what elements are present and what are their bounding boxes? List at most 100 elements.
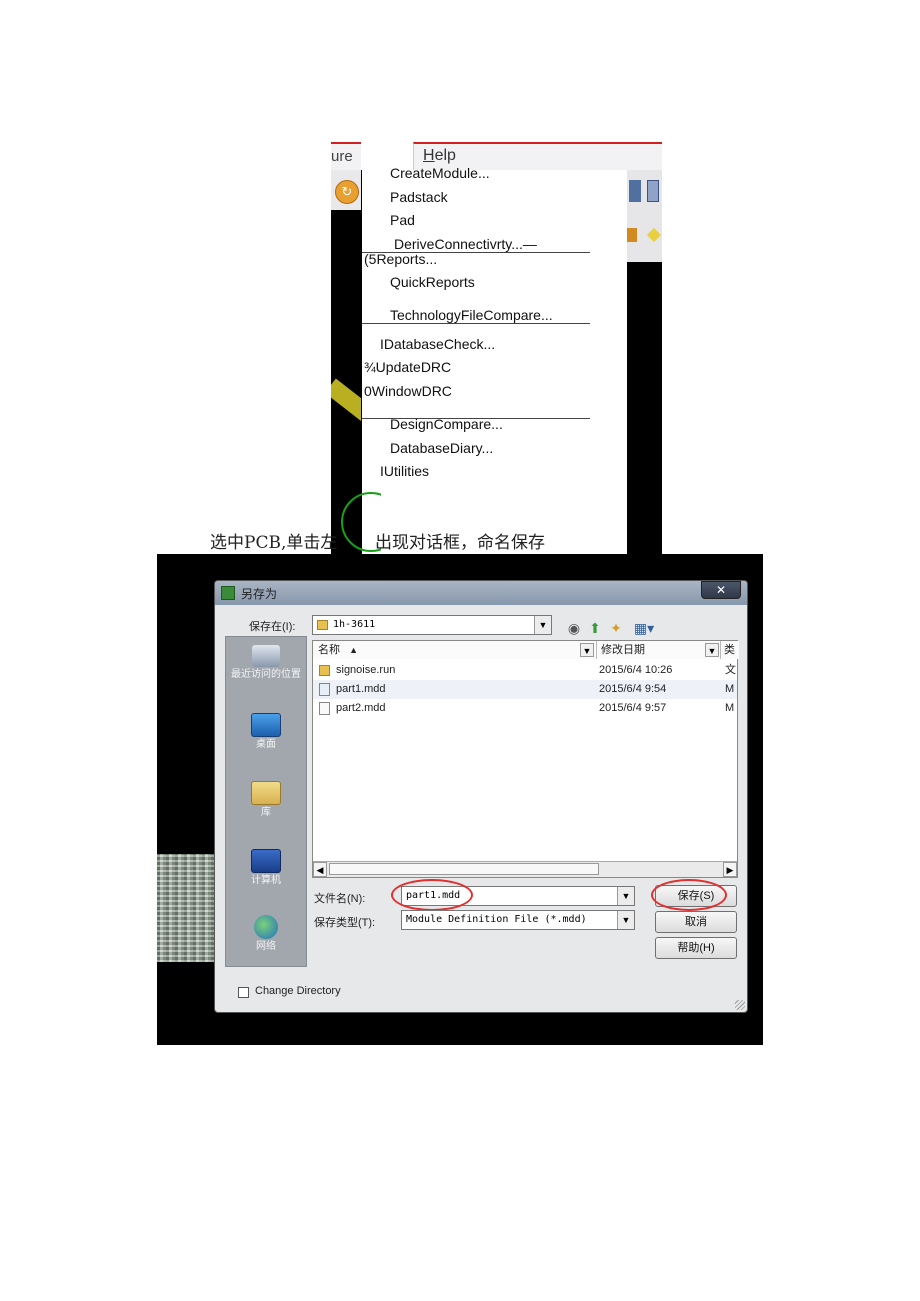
chevron-down-icon[interactable]: ▼ xyxy=(534,616,551,634)
save-in-value: 1h-3611 xyxy=(333,619,376,630)
menu-screenshot: ure ↻ Help CreateModule... Padstack Pad … xyxy=(331,142,662,572)
change-directory-label: Change Directory xyxy=(255,985,341,997)
horizontal-scrollbar[interactable]: ◀ ▶ xyxy=(313,861,737,877)
resize-grip[interactable] xyxy=(735,1000,745,1010)
menu-item-reports[interactable]: (5Reports... xyxy=(364,251,437,267)
filetype-label: 保存类型(T): xyxy=(314,917,376,929)
save-as-dialog: 另存为 ✕ 保存在(I): 1h-3611 ▼ ◉ ⬆ ✦ ▦▾ 最近访问的位置… xyxy=(214,580,748,1013)
file-date: 2015/6/4 9:54 xyxy=(599,683,667,695)
file-name: signoise.run xyxy=(336,664,396,676)
folder-icon xyxy=(317,620,328,630)
file-row[interactable]: signoise.run 2015/6/4 10:26 文 xyxy=(313,661,737,680)
file-row[interactable]: part2.mdd 2015/6/4 9:57 M xyxy=(313,699,737,718)
file-type: M xyxy=(725,702,735,714)
recent-places-icon xyxy=(252,645,280,667)
caption-text-left: 选中PCB,单击左 xyxy=(210,533,338,553)
place-label: 最近访问的位置 xyxy=(231,669,301,680)
dialog-title: 另存为 xyxy=(241,587,278,601)
place-library[interactable]: 库 xyxy=(226,781,306,819)
library-icon xyxy=(251,781,281,805)
place-label: 桌面 xyxy=(256,739,276,750)
change-directory-checkbox[interactable] xyxy=(238,987,249,998)
toolbar-icon[interactable] xyxy=(629,180,641,202)
menu-item-create-module[interactable]: CreateModule... xyxy=(390,165,490,181)
menu-item-database-check[interactable]: IDatabaseCheck... xyxy=(380,336,495,352)
file-date: 2015/6/4 10:26 xyxy=(599,664,673,676)
chevron-down-icon[interactable]: ▼ xyxy=(617,887,634,905)
toolbar-icon[interactable] xyxy=(647,180,659,202)
menu-item-database-diary[interactable]: DatabaseDiary... xyxy=(390,440,493,456)
file-type: M xyxy=(725,683,735,695)
file-row[interactable]: part1.mdd 2015/6/4 9:54 M xyxy=(313,680,737,699)
pcb-trace xyxy=(331,378,361,424)
dialog-screenshot: 另存为 ✕ 保存在(I): 1h-3611 ▼ ◉ ⬆ ✦ ▦▾ 最近访问的位置… xyxy=(157,554,763,1045)
scrollbar-thumb[interactable] xyxy=(329,863,599,875)
file-icon xyxy=(319,702,330,715)
new-folder-icon[interactable]: ✦ xyxy=(608,620,624,636)
annotation-circle xyxy=(651,879,727,911)
pcb-thumbnail xyxy=(157,854,217,962)
filetype-value: Module Definition File (*.mdd) xyxy=(406,914,587,925)
column-header-name[interactable]: 名称 ▲ xyxy=(313,641,597,659)
file-date: 2015/6/4 9:57 xyxy=(599,702,667,714)
menu-separator xyxy=(362,323,590,324)
column-label: 类 xyxy=(724,644,735,656)
filename-label: 文件名(N): xyxy=(314,893,366,905)
file-name: part1.mdd xyxy=(336,683,386,695)
menu-item-utilities[interactable]: IUtilities xyxy=(380,463,429,479)
menu-item-technology-file-compare[interactable]: TechnologyFileCompare... xyxy=(390,307,553,323)
menu-item-window-drc[interactable]: 0WindowDRC xyxy=(364,383,452,399)
chevron-down-icon[interactable]: ▼ xyxy=(705,643,719,657)
redo-icon[interactable]: ↻ xyxy=(335,180,359,204)
menu-item-pad[interactable]: Pad xyxy=(390,212,415,228)
cancel-button[interactable]: 取消 xyxy=(655,911,737,933)
sort-ascending-icon: ▲ xyxy=(349,645,358,655)
desktop-icon xyxy=(251,713,281,737)
place-recent[interactable]: 最近访问的位置 xyxy=(226,645,306,681)
tools-menu-dropdown: CreateModule... Padstack Pad DeriveConne… xyxy=(361,165,627,572)
app-icon xyxy=(221,586,235,600)
place-label: 网络 xyxy=(256,941,276,952)
file-icon xyxy=(319,683,330,696)
scroll-right-icon[interactable]: ▶ xyxy=(723,862,737,877)
back-icon[interactable]: ◉ xyxy=(566,620,582,636)
place-desktop[interactable]: 桌面 xyxy=(226,713,306,751)
up-folder-icon[interactable]: ⬆ xyxy=(587,620,603,636)
view-menu-icon[interactable]: ▦▾ xyxy=(631,620,657,636)
chevron-down-icon[interactable]: ▼ xyxy=(580,643,594,657)
column-label: 名称 xyxy=(318,644,340,656)
menu-item-padstack[interactable]: Padstack xyxy=(390,189,448,205)
menu-help[interactable]: Help xyxy=(423,147,456,165)
annotation-circle xyxy=(391,879,473,911)
menu-item-derive-connectivity[interactable]: DeriveConnectivrty...— xyxy=(394,236,537,252)
file-type: 文 xyxy=(725,664,736,676)
help-button[interactable]: 帮助(H) xyxy=(655,937,737,959)
computer-icon xyxy=(251,849,281,873)
close-button[interactable]: ✕ xyxy=(701,581,741,599)
place-network[interactable]: 网络 xyxy=(226,915,306,953)
folder-icon xyxy=(319,665,330,676)
dialog-titlebar[interactable]: 另存为 ✕ xyxy=(215,581,747,605)
column-header-date[interactable]: 修改日期 xyxy=(597,641,721,659)
column-header-type[interactable]: 类 xyxy=(721,641,739,659)
place-computer[interactable]: 计算机 xyxy=(226,849,306,887)
menu-item-quick-reports[interactable]: QuickReports xyxy=(390,274,475,290)
file-list: 名称 ▲ ▼ 修改日期 ▼ 类 signoise.run 2015/6/4 10… xyxy=(312,640,739,878)
place-label: 库 xyxy=(261,807,271,818)
places-bar: 最近访问的位置 桌面 库 计算机 网络 xyxy=(225,636,307,967)
column-label: 修改日期 xyxy=(601,644,645,656)
toolbar-right xyxy=(627,170,662,262)
filetype-dropdown[interactable]: Module Definition File (*.mdd) ▼ xyxy=(401,910,635,930)
network-icon xyxy=(254,915,278,939)
menubar-item-partial[interactable]: ure xyxy=(331,142,361,170)
menu-item-update-drc[interactable]: ¾UpdateDRC xyxy=(364,359,451,375)
save-in-label: 保存在(I): xyxy=(249,621,296,633)
toolbar-icon[interactable] xyxy=(646,227,662,243)
scroll-left-icon[interactable]: ◀ xyxy=(313,862,327,877)
caption-text-right: 出现对话框，命名保存 xyxy=(375,533,545,553)
save-in-dropdown[interactable]: 1h-3611 ▼ xyxy=(312,615,552,635)
place-label: 计算机 xyxy=(251,875,281,886)
menu-item-design-compare[interactable]: DesignCompare... xyxy=(390,416,503,432)
chevron-down-icon[interactable]: ▼ xyxy=(617,911,634,929)
toolbar-icon[interactable] xyxy=(627,228,637,242)
